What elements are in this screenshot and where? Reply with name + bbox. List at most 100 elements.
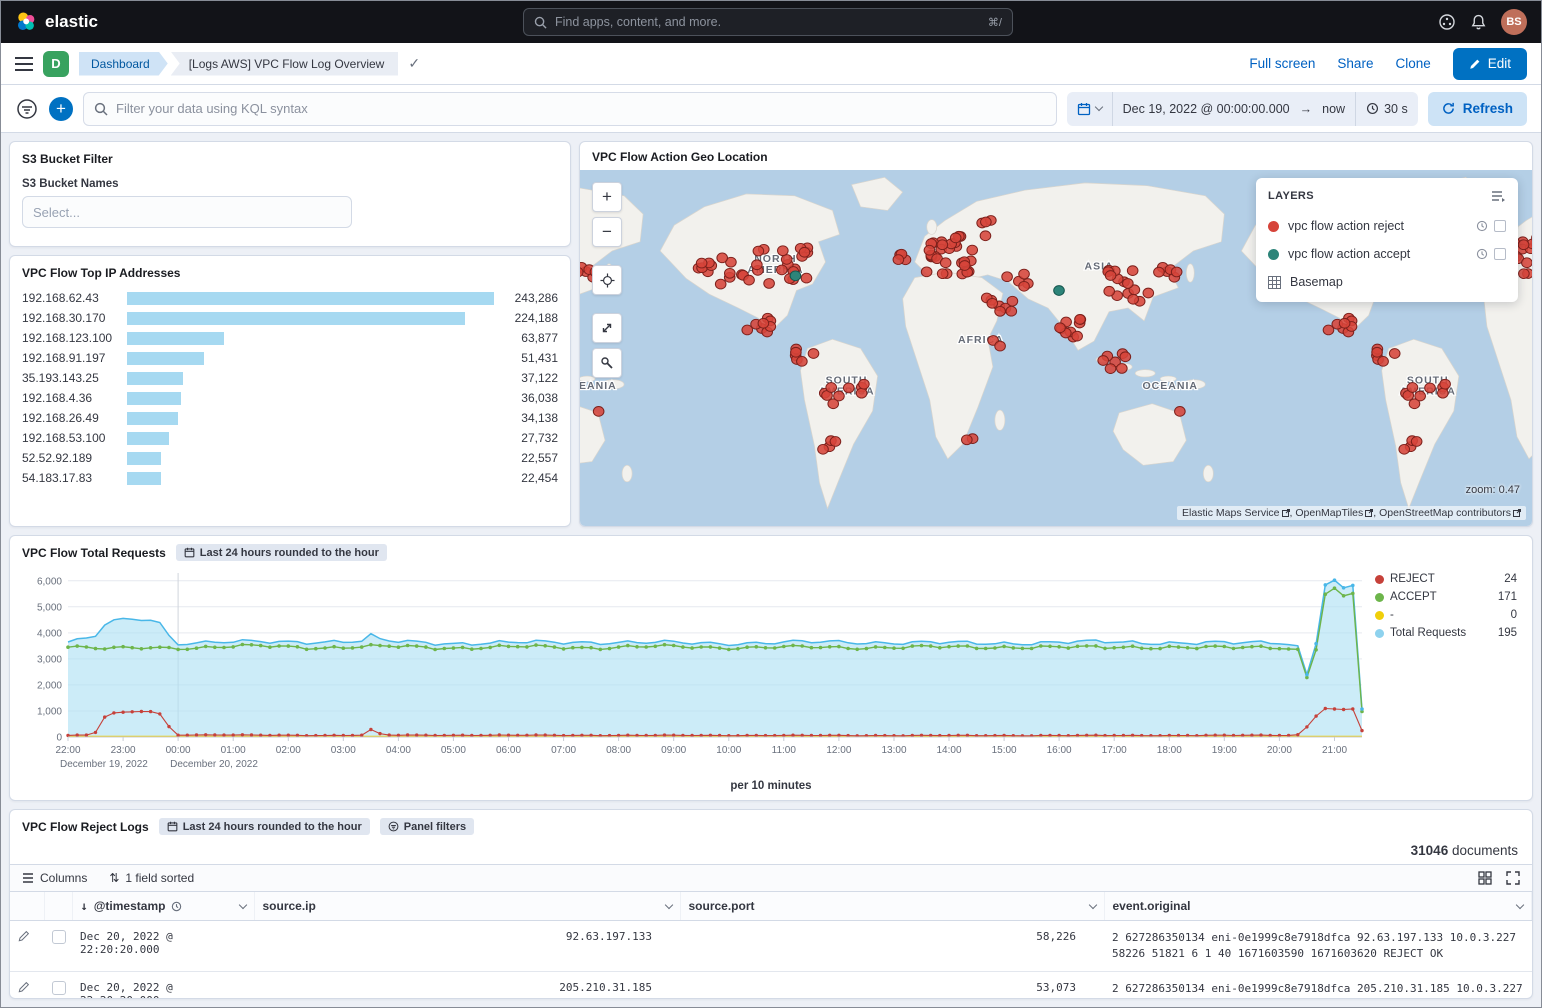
display-options-button[interactable]	[1478, 871, 1492, 885]
layer-swatch	[1268, 221, 1279, 232]
map-zoom-in-button[interactable]: +	[592, 182, 622, 212]
layer-checkbox[interactable]	[1494, 248, 1506, 260]
log-row[interactable]: Dec 20, 2022 @ 22:20:20.000205.210.31.18…	[10, 971, 1532, 999]
saved-filters-icon[interactable]	[15, 97, 39, 121]
ip-bar[interactable]	[127, 432, 169, 445]
breadcrumb-dashboard[interactable]: Dashboard	[79, 52, 168, 76]
ip-bar[interactable]	[127, 412, 178, 425]
svg-text:1,000: 1,000	[37, 707, 62, 718]
map-tools-button[interactable]	[592, 348, 622, 378]
elastic-brand[interactable]: elastic	[15, 11, 98, 33]
column-menu-icon[interactable]	[1088, 900, 1096, 908]
date-start-button[interactable]: Dec 19, 2022 @ 00:00:00.000	[1113, 92, 1300, 126]
map-canvas[interactable]: NORTHAMERICASOUTHAMERICAAFRICAASIAOCEANI…	[580, 170, 1532, 526]
ip-bar[interactable]	[127, 452, 161, 465]
svg-text:08:00: 08:00	[606, 745, 631, 756]
ip-value: 37,122	[502, 371, 558, 385]
ip-bar[interactable]	[127, 372, 183, 385]
map-fullscreen-button[interactable]	[592, 313, 622, 343]
ip-value: 36,038	[502, 391, 558, 405]
legend-item[interactable]: Total Requests195	[1375, 627, 1517, 639]
ip-bar-row: 54.183.17.8322,454	[22, 468, 558, 488]
notifications-bell-icon[interactable]	[1470, 14, 1487, 31]
svg-text:16:00: 16:00	[1047, 745, 1072, 756]
edit-button-label: Edit	[1488, 56, 1511, 71]
svg-text:12:00: 12:00	[826, 745, 851, 756]
legend-item[interactable]: REJECT24	[1375, 573, 1517, 585]
ip-bar[interactable]	[127, 292, 494, 305]
column-menu-icon[interactable]	[664, 900, 672, 908]
ip-label: 192.168.4.36	[22, 391, 119, 405]
brand-wordmark: elastic	[45, 12, 98, 32]
legend-item[interactable]: -0	[1375, 609, 1517, 621]
column-header-sourceport[interactable]: source.port	[680, 892, 1104, 921]
saved-check-icon: ✓	[408, 55, 420, 72]
attribution-link[interactable]: Elastic Maps Service	[1182, 507, 1289, 519]
external-link-icon	[1513, 509, 1521, 517]
ip-bar[interactable]	[127, 392, 181, 405]
edit-row-icon[interactable]	[18, 930, 30, 942]
calendar-menu-button[interactable]	[1067, 92, 1112, 126]
columns-button[interactable]: Columns	[22, 871, 87, 885]
layer-item-basemap[interactable]: Basemap	[1256, 268, 1518, 296]
column-header-sourceip[interactable]: source.ip	[254, 892, 680, 921]
full-screen-link[interactable]: Full screen	[1249, 56, 1315, 71]
ip-bar[interactable]	[127, 472, 161, 485]
ip-bar[interactable]	[127, 352, 204, 365]
map-locate-button[interactable]	[592, 265, 622, 295]
user-avatar[interactable]: BS	[1501, 9, 1527, 35]
column-menu-icon[interactable]	[238, 900, 246, 908]
svg-text:5,000: 5,000	[37, 602, 62, 613]
ip-bar[interactable]	[127, 332, 224, 345]
legend-value: 0	[1511, 609, 1517, 621]
sort-desc-icon: ↓	[81, 899, 88, 913]
global-search-input[interactable]: Find apps, content, and more. ⌘/	[523, 8, 1013, 36]
panel-title: VPC Flow Top IP Addresses	[22, 266, 558, 280]
layer-checkbox[interactable]	[1494, 220, 1506, 232]
refresh-button[interactable]: Refresh	[1428, 92, 1527, 126]
s3-bucket-select[interactable]: Select...	[22, 196, 352, 228]
attribution-link[interactable]: OpenMapTiles	[1295, 507, 1373, 519]
attribution-link[interactable]: OpenStreetMap contributors	[1379, 507, 1521, 519]
column-menu-icon[interactable]	[1516, 900, 1524, 908]
log-row[interactable]: Dec 20, 2022 @ 22:20:20.00092.63.197.133…	[10, 921, 1532, 972]
layer-item[interactable]: vpc flow action accept	[1256, 240, 1518, 268]
edit-button[interactable]: Edit	[1453, 48, 1527, 80]
layer-item[interactable]: vpc flow action reject	[1256, 212, 1518, 240]
time-range-badge[interactable]: Last 24 hours rounded to the hour	[176, 544, 387, 561]
grid-density-icon	[1478, 871, 1492, 885]
svg-text:07:00: 07:00	[551, 745, 576, 756]
map-zoom-out-button[interactable]: −	[592, 217, 622, 247]
ip-bar[interactable]	[127, 312, 465, 325]
legend-swatch	[1375, 575, 1384, 584]
clone-link[interactable]: Clone	[1395, 56, 1430, 71]
column-header-eventoriginal[interactable]: event.original	[1104, 892, 1532, 921]
date-end-button[interactable]: now	[1312, 92, 1355, 126]
panel-reject-logs: VPC Flow Reject Logs Last 24 hours round…	[9, 809, 1533, 999]
row-checkbox[interactable]	[52, 930, 66, 944]
layers-menu-icon[interactable]	[1492, 190, 1506, 202]
menu-hamburger-icon[interactable]	[15, 57, 33, 71]
refresh-interval-button[interactable]: 30 s	[1356, 92, 1418, 126]
deployment-icon[interactable]	[1438, 13, 1456, 31]
sort-fields-button[interactable]: ⇅ 1 field sorted	[109, 871, 194, 885]
svg-text:04:00: 04:00	[386, 745, 411, 756]
clock-icon	[1476, 220, 1488, 232]
column-header-timestamp[interactable]: ↓@timestamp	[72, 892, 254, 921]
add-filter-button[interactable]: +	[49, 97, 73, 121]
cell-event-original: 2 627286350134 eni-0e1999c8e7918dfca 205…	[1104, 971, 1532, 999]
timer-icon	[1366, 102, 1379, 115]
time-range-badge[interactable]: Last 24 hours rounded to the hour	[159, 818, 370, 835]
share-link[interactable]: Share	[1337, 56, 1373, 71]
legend-item[interactable]: ACCEPT171	[1375, 591, 1517, 603]
grid-fullscreen-button[interactable]	[1506, 871, 1520, 885]
panel-filters-badge[interactable]: Panel filters	[380, 818, 474, 835]
space-avatar[interactable]: D	[43, 51, 69, 77]
s3-bucket-names-label: S3 Bucket Names	[22, 178, 558, 190]
edit-row-icon[interactable]	[18, 981, 30, 993]
calendar-icon	[167, 821, 178, 832]
total-requests-chart[interactable]: 01,0002,0003,0004,0005,0006,00022:0023:0…	[22, 565, 1367, 777]
kql-search-input[interactable]: Filter your data using KQL syntax	[83, 92, 1057, 126]
row-checkbox[interactable]	[52, 981, 66, 995]
crosshair-icon	[600, 273, 615, 288]
